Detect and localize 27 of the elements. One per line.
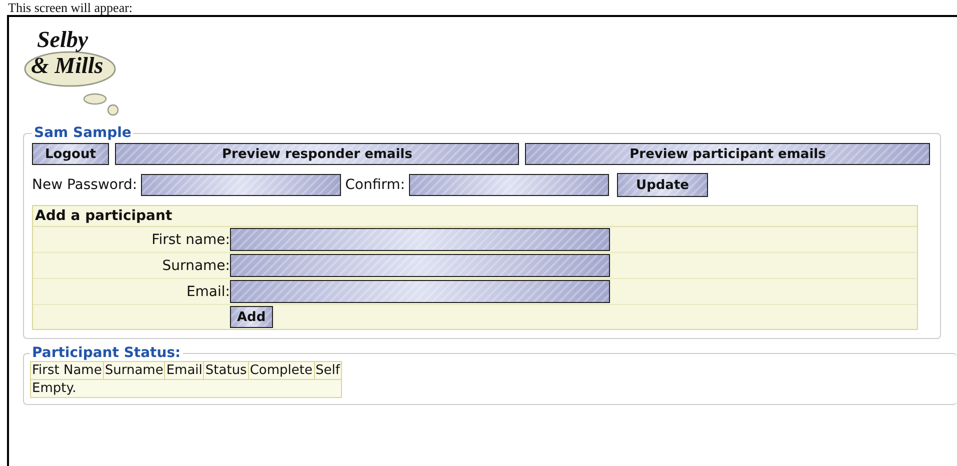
- field-label: New Password:: [32, 177, 138, 193]
- action-button[interactable]: Preview responder emails: [114, 143, 520, 165]
- column-header: Surname: [103, 362, 165, 380]
- panel-legend: Participant Status:: [30, 345, 183, 361]
- column-header: First Name: [30, 362, 104, 380]
- field-label: Confirm:: [345, 177, 406, 193]
- column-header: Status: [204, 362, 248, 380]
- input-field[interactable]: [230, 280, 610, 303]
- add-button[interactable]: Add: [230, 306, 273, 328]
- action-button[interactable]: Preview participant emails: [525, 143, 930, 165]
- action-button[interactable]: Logout: [32, 143, 109, 165]
- update-button[interactable]: Update: [617, 173, 708, 197]
- field-label: Email:: [185, 284, 230, 300]
- confirm-field[interactable]: [409, 174, 610, 196]
- field-label: First name:: [150, 232, 230, 248]
- logo-drawing: Selby & Mills: [23, 23, 128, 119]
- section-title: Add a participant: [33, 206, 917, 227]
- caption-text: This screen will appear:: [7, 0, 134, 15]
- column-header: Email: [164, 362, 204, 380]
- panel-legend: Sam Sample: [32, 125, 134, 141]
- field-label: Surname:: [161, 258, 230, 274]
- password-field[interactable]: [141, 174, 342, 196]
- column-header: Self: [314, 362, 342, 380]
- table-cell: Empty.: [30, 380, 342, 398]
- column-header: Complete: [248, 362, 314, 380]
- input-field[interactable]: [230, 228, 610, 251]
- input-field[interactable]: [230, 254, 610, 277]
